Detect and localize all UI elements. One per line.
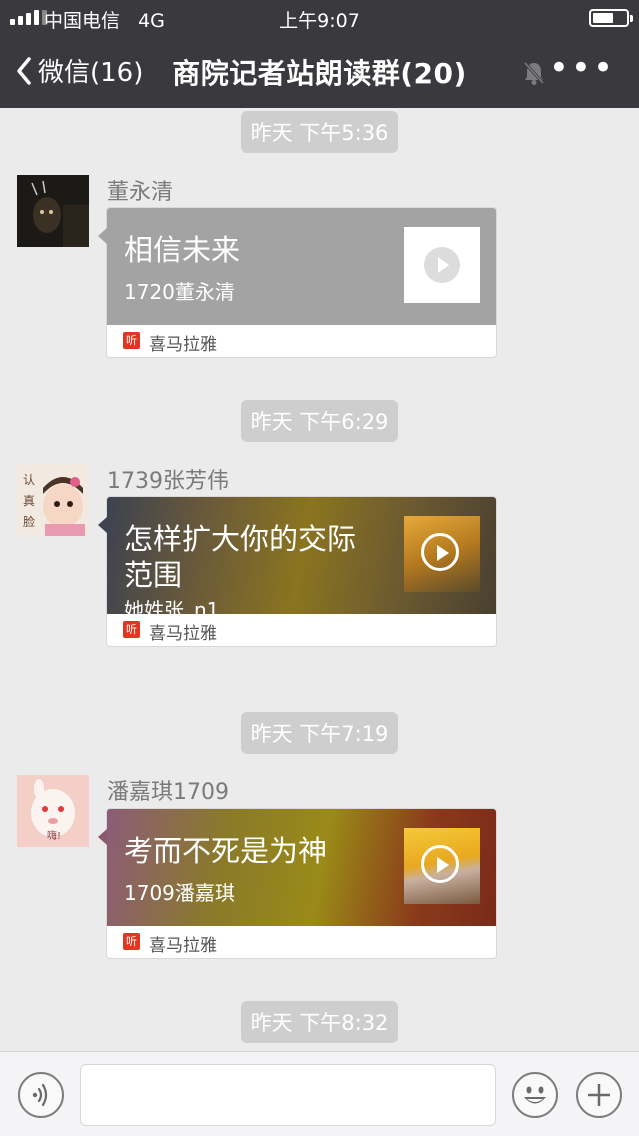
avatar[interactable]: [17, 175, 89, 247]
audio-share-card[interactable]: 相信未来 1720董永清 听 喜马拉雅: [98, 207, 497, 358]
more-options-button[interactable]: •••: [549, 51, 615, 85]
audio-share-card[interactable]: 考而不死是为神 1709潘嘉琪 听 喜马拉雅: [98, 808, 497, 959]
card-footer: 听 喜马拉雅: [107, 926, 496, 958]
timestamp: 昨天 下午8:32: [0, 1001, 639, 1043]
voice-input-button[interactable]: [18, 1072, 64, 1118]
message-input[interactable]: [80, 1064, 496, 1126]
card-subtitle: 她姓张_n1: [124, 598, 220, 614]
top-bar: 中国电信 4G 上午9:07 微信(16) 商院记者站朗读群(20) •••: [0, 0, 639, 108]
card-cover: 怎样扩大你的交际范围 她姓张_n1: [107, 497, 496, 614]
clock: 上午9:07: [279, 10, 360, 32]
timestamp: 昨天 下午6:29: [0, 400, 639, 442]
card-subtitle: 1720董永清: [124, 280, 235, 304]
card-subtitle: 1709潘嘉琪: [124, 881, 235, 905]
timestamp-label: 昨天 下午6:29: [240, 400, 399, 442]
emoji-button[interactable]: [512, 1072, 558, 1118]
card-thumbnail: [404, 828, 480, 904]
source-name: 喜马拉雅: [149, 624, 217, 644]
avatar-caption: 认真脸: [22, 473, 35, 529]
play-icon: [421, 533, 459, 571]
card-thumbnail: [404, 227, 480, 303]
input-bar: [0, 1051, 639, 1136]
card-title: 怎样扩大你的交际范围: [124, 522, 357, 592]
mute-bell-icon: [523, 61, 545, 85]
smiley-icon: [524, 1086, 546, 1104]
sender-name: 董永清: [107, 180, 174, 205]
card-title: 考而不死是为神: [124, 834, 328, 868]
avatar-image: [17, 175, 89, 247]
card-footer: 听 喜马拉雅: [107, 614, 496, 646]
avatar[interactable]: 认真脸: [17, 464, 89, 536]
status-bar: 中国电信 4G 上午9:07: [0, 0, 639, 36]
voice-icon: [32, 1083, 48, 1107]
timestamp: 昨天 下午5:36: [0, 111, 639, 153]
play-icon: [421, 845, 459, 883]
ximalaya-logo-icon: 听: [123, 933, 140, 950]
timestamp-label: 昨天 下午5:36: [240, 111, 399, 153]
card-cover: 考而不死是为神 1709潘嘉琪: [107, 809, 496, 926]
avatar-caption: 嗨!: [47, 831, 62, 842]
avatar[interactable]: 嗨!: [17, 775, 89, 847]
navigation-bar: 微信(16) 商院记者站朗读群(20) •••: [0, 36, 639, 108]
source-name: 喜马拉雅: [149, 936, 217, 956]
sender-name: 潘嘉琪1709: [107, 780, 229, 805]
card-thumbnail: [404, 516, 480, 592]
timestamp-label: 昨天 下午8:32: [240, 1001, 399, 1043]
card-title: 相信未来: [124, 233, 241, 267]
sender-name: 1739张芳伟: [107, 469, 229, 494]
card-cover: 相信未来 1720董永清: [107, 208, 496, 325]
battery-icon: [589, 9, 633, 27]
play-icon: [424, 247, 460, 283]
more-functions-button[interactable]: [576, 1072, 622, 1118]
source-name: 喜马拉雅: [149, 335, 217, 355]
timestamp: 昨天 下午7:19: [0, 712, 639, 754]
audio-share-card[interactable]: 怎样扩大你的交际范围 她姓张_n1 听 喜马拉雅: [98, 496, 497, 647]
plus-icon: [588, 1084, 610, 1106]
ximalaya-logo-icon: 听: [123, 621, 140, 638]
ximalaya-logo-icon: 听: [123, 332, 140, 349]
card-footer: 听 喜马拉雅: [107, 325, 496, 357]
timestamp-label: 昨天 下午7:19: [240, 712, 399, 754]
